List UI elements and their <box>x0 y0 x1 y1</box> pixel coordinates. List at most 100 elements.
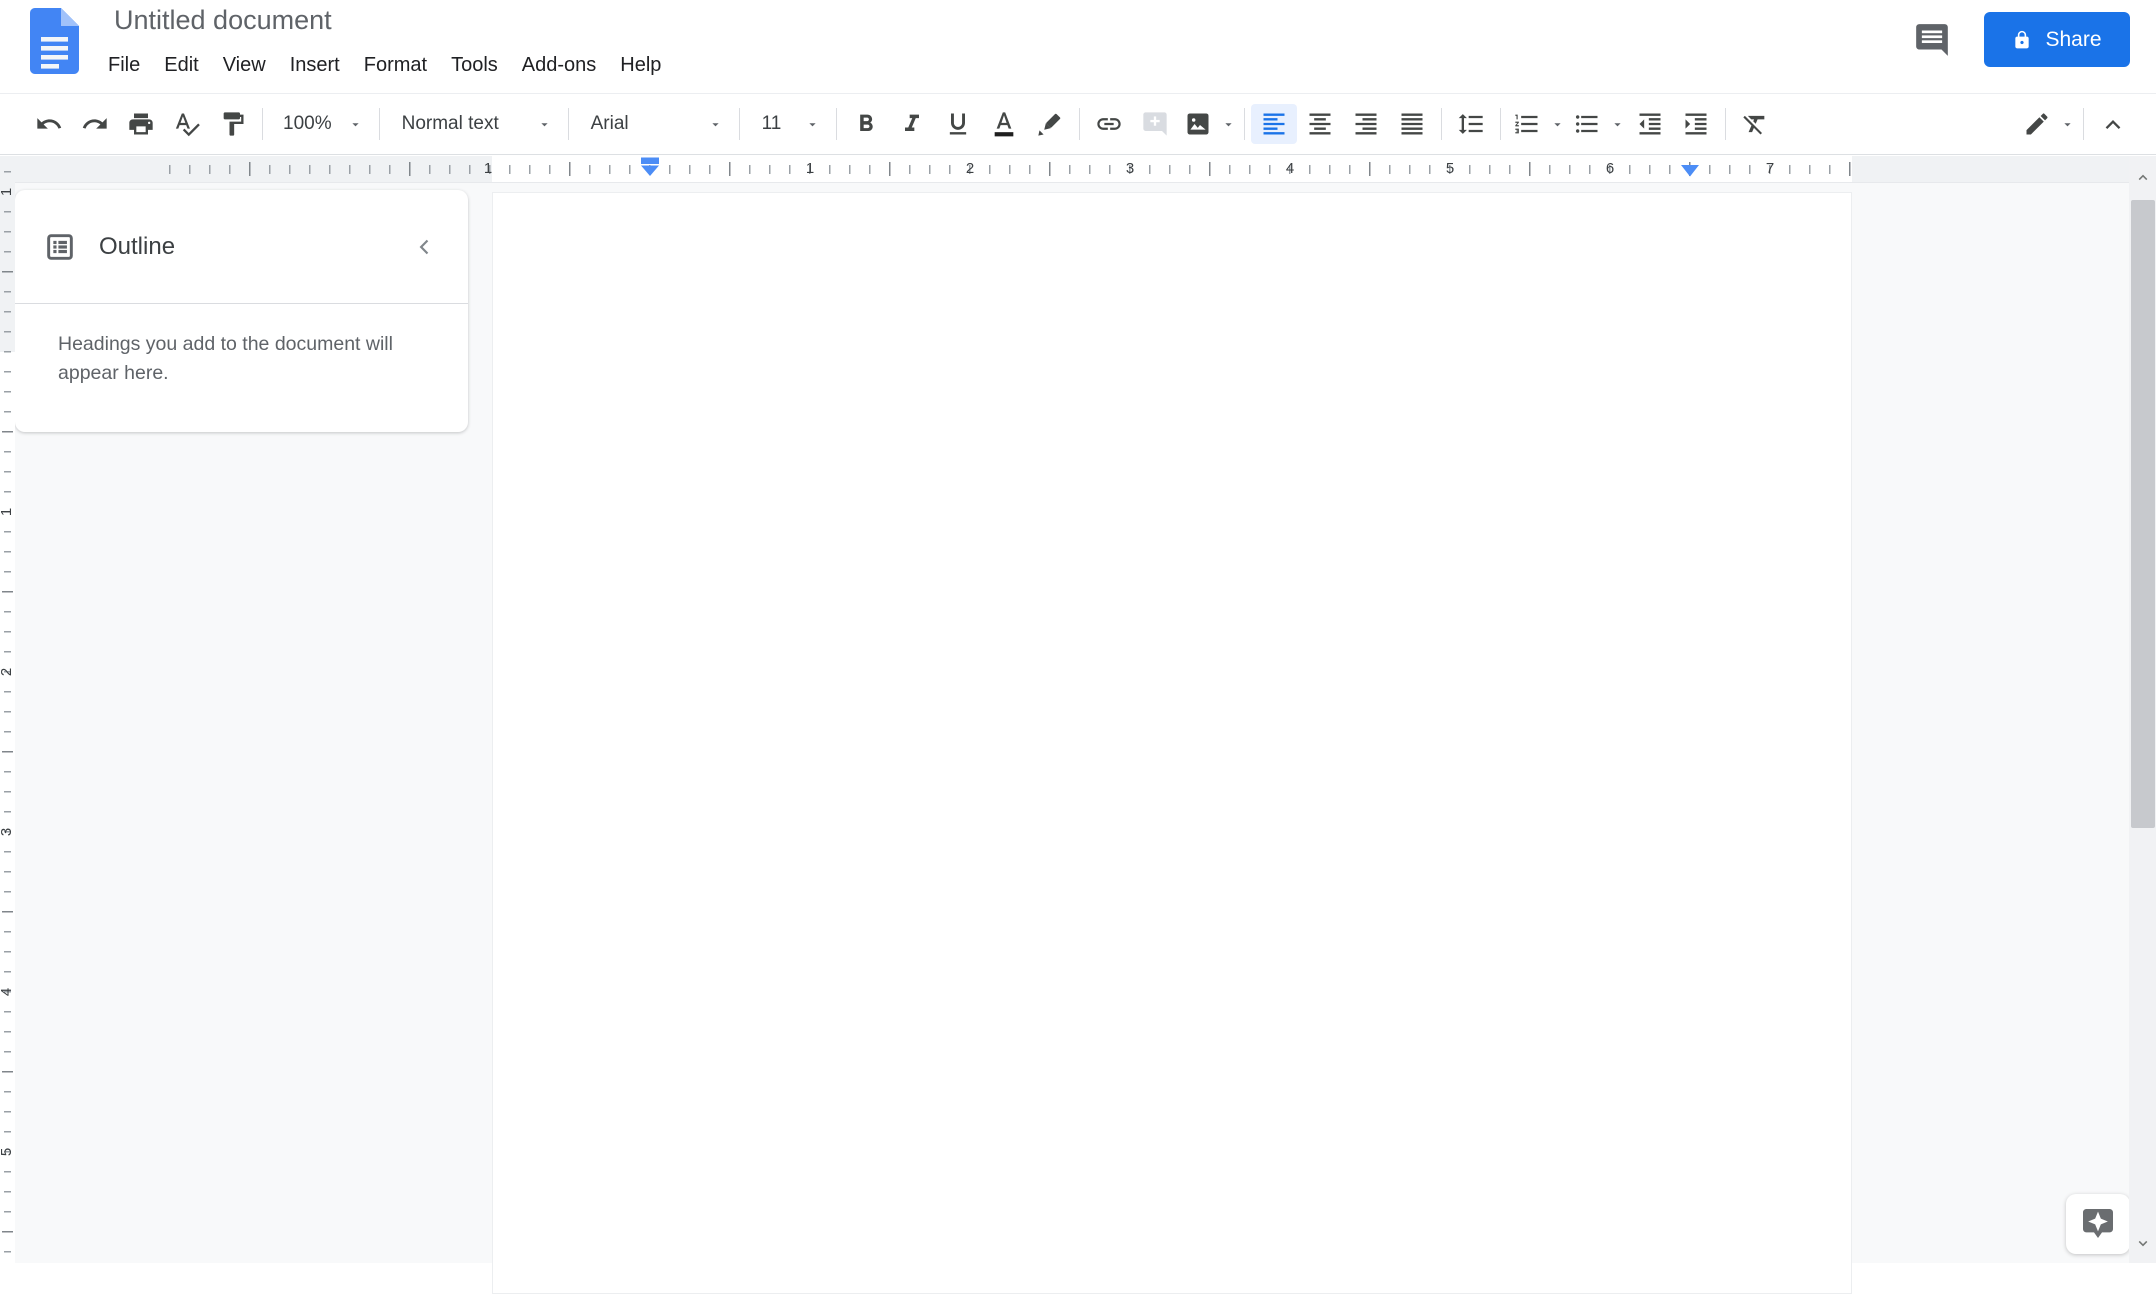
right-indent-marker[interactable] <box>1679 164 1701 183</box>
menu-tools[interactable]: Tools <box>439 48 510 82</box>
caret-down-icon <box>809 122 816 126</box>
vertical-ruler[interactable]: 1 1 2 3 4 5 <box>0 156 15 1263</box>
share-button[interactable]: Share <box>1984 12 2130 67</box>
ruler-number: 1 <box>0 502 17 522</box>
editing-mode-menu-button[interactable] <box>2057 104 2077 144</box>
horizontal-ruler[interactable]: 1 1 2 3 4 5 6 7 <box>0 156 2130 183</box>
caret-down-icon <box>711 122 719 126</box>
numbered-list-menu-button[interactable] <box>1547 104 1567 144</box>
ruler-number: 5 <box>1445 160 1455 177</box>
zoom-select[interactable]: 100% <box>269 104 373 144</box>
outline-panel: Outline Headings you add to the document… <box>15 190 468 432</box>
decrease-indent-icon <box>1639 113 1661 135</box>
editing-mode-button[interactable] <box>2017 104 2057 144</box>
print-button[interactable] <box>118 104 164 144</box>
chevron-up-icon <box>2105 120 2121 130</box>
toolbar-left-group: 100% Normal text Arial 11 <box>26 104 1778 144</box>
caret-down-icon <box>1614 122 1621 126</box>
docs-logo[interactable] <box>30 8 79 74</box>
menu-addons[interactable]: Add-ons <box>510 48 609 82</box>
ruler-number: 3 <box>1125 160 1135 177</box>
app-header: Untitled document File Edit View Insert … <box>0 0 2156 93</box>
numbered-list-button[interactable] <box>1507 104 1547 144</box>
text-color-button[interactable] <box>981 104 1027 144</box>
menu-file[interactable]: File <box>96 48 152 82</box>
open-comment-history-button[interactable] <box>1906 14 1958 66</box>
toolbar-separator <box>2083 108 2084 140</box>
scrollbar-thumb[interactable] <box>2131 200 2155 828</box>
align-justify-button[interactable] <box>1389 104 1435 144</box>
close-outline-button[interactable] <box>412 234 438 260</box>
toolbar-right-group <box>2017 104 2136 144</box>
menu-format[interactable]: Format <box>352 48 439 82</box>
ruler-number: 4 <box>1285 160 1295 177</box>
document-page[interactable] <box>492 192 1852 1294</box>
decrease-indent-button[interactable] <box>1627 104 1673 144</box>
align-center-icon <box>1309 113 1331 135</box>
align-justify-icon <box>1401 113 1423 135</box>
align-center-button[interactable] <box>1297 104 1343 144</box>
line-spacing-button[interactable] <box>1448 104 1494 144</box>
ruler-number: 3 <box>0 822 17 842</box>
outline-empty-hint: Headings you add to the document will ap… <box>58 333 393 384</box>
font-size-select[interactable]: 11 <box>746 104 831 144</box>
toolbar-separator <box>1500 108 1502 140</box>
caret-down-icon <box>351 122 359 126</box>
italic-icon <box>905 114 920 131</box>
spellcheck-button[interactable] <box>164 104 210 144</box>
ruler-number: 1 <box>483 160 493 177</box>
ruler-half-inch-ticks <box>160 162 1852 176</box>
menu-insert[interactable]: Insert <box>278 48 352 82</box>
hide-menus-button[interactable] <box>2090 104 2136 144</box>
underline-button[interactable] <box>935 104 981 144</box>
caret-down-icon <box>540 122 548 126</box>
add-comment-button[interactable] <box>1132 104 1178 144</box>
right-indent-marker-icon <box>1681 165 1699 177</box>
bold-icon <box>860 114 874 131</box>
toolbar: 100% Normal text Arial 11 <box>0 93 2156 155</box>
outline-icon <box>47 234 73 260</box>
increase-indent-button[interactable] <box>1673 104 1719 144</box>
line-spacing-icon <box>1459 114 1484 134</box>
docs-logo-icon <box>30 8 79 74</box>
bold-button[interactable] <box>843 104 889 144</box>
underline-icon <box>950 113 967 135</box>
toolbar-separator <box>1441 108 1443 140</box>
undo-button[interactable] <box>26 104 72 144</box>
paint-format-button[interactable] <box>210 104 256 144</box>
vertical-ruler-half-inch-ticks <box>2 156 13 1263</box>
scroll-up-button[interactable] <box>2129 164 2156 190</box>
insert-image-icon <box>1187 113 1209 135</box>
toolbar-separator <box>836 108 838 140</box>
ruler-number: 5 <box>0 1142 17 1162</box>
chevron-down-icon <box>2138 1240 2147 1247</box>
menu-edit[interactable]: Edit <box>152 48 210 82</box>
insert-image-button[interactable] <box>1178 104 1218 144</box>
paragraph-style-select[interactable]: Normal text <box>386 104 562 144</box>
font-family-select[interactable]: Arial <box>575 104 733 144</box>
scroll-down-button[interactable] <box>2129 1231 2156 1257</box>
caret-down-icon <box>1225 122 1232 126</box>
explore-button[interactable] <box>2066 1194 2130 1254</box>
italic-button[interactable] <box>889 104 935 144</box>
document-title[interactable]: Untitled document <box>114 5 332 36</box>
align-right-button[interactable] <box>1343 104 1389 144</box>
menu-view[interactable]: View <box>211 48 278 82</box>
left-indent-marker[interactable] <box>639 157 661 184</box>
insert-link-button[interactable] <box>1086 104 1132 144</box>
align-left-button[interactable] <box>1251 104 1298 144</box>
share-label: Share <box>2045 27 2102 51</box>
bulleted-list-button[interactable] <box>1567 104 1607 144</box>
insert-image-menu-button[interactable] <box>1218 104 1238 144</box>
clear-formatting-button[interactable] <box>1732 104 1778 144</box>
bulleted-list-menu-button[interactable] <box>1607 104 1627 144</box>
paragraph-style-value: Normal text <box>401 113 499 134</box>
menu-help[interactable]: Help <box>608 48 673 82</box>
toolbar-separator <box>378 108 380 140</box>
highlight-color-button[interactable] <box>1027 104 1073 144</box>
redo-button[interactable] <box>72 104 118 144</box>
outline-divider <box>15 303 468 304</box>
explore-icon <box>2083 1209 2113 1238</box>
vertical-scrollbar[interactable] <box>2129 156 2156 1263</box>
text-color-icon <box>995 112 1014 137</box>
